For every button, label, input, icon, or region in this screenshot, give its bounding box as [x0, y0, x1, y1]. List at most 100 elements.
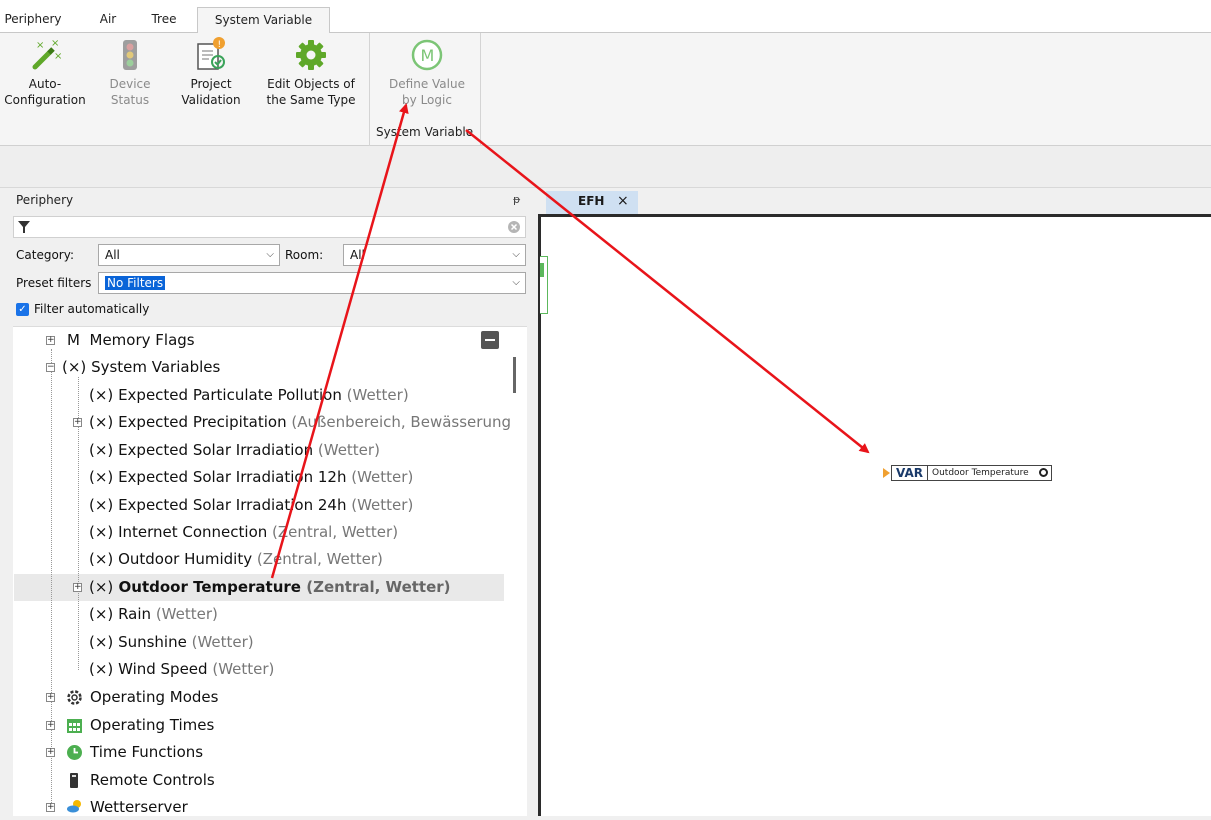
collapse-all-button[interactable] — [481, 331, 499, 349]
variable-icon: (×) — [89, 550, 114, 568]
edit-objects-same-type-button[interactable]: Edit Objects of the Same Type — [260, 37, 362, 108]
tree-item-outdoor-temperature[interactable]: (×) Outdoor Temperature (Zentral, Wetter… — [89, 574, 451, 600]
operating-modes-icon — [67, 690, 82, 705]
variable-block-name-text: Outdoor Temperature — [932, 468, 1029, 478]
expand-toggle[interactable]: + — [46, 693, 55, 702]
tree-item-label: Memory Flags — [89, 331, 195, 349]
pin-icon[interactable]: ᵽ — [513, 193, 520, 206]
svg-text:×: × — [36, 40, 44, 51]
expand-toggle[interactable]: + — [73, 418, 82, 427]
tree-item-memory-flags[interactable]: M Memory Flags — [67, 327, 195, 353]
device-status-button[interactable]: Device Status — [100, 37, 160, 108]
clear-circle-icon[interactable] — [507, 220, 521, 234]
room-select[interactable]: All ⌵ — [343, 244, 526, 266]
close-icon[interactable]: × — [617, 193, 629, 209]
expand-toggle[interactable]: + — [46, 721, 55, 730]
ribbon-group-separator-2 — [480, 33, 481, 146]
tree-item-expected-particulate-pollution[interactable]: (×) Expected Particulate Pollution (Wett… — [89, 382, 409, 408]
tree-item-label: System Variables — [91, 358, 221, 376]
input-marker-icon — [883, 468, 890, 478]
tree-item-expected-solar-irradiation[interactable]: (×) Expected Solar Irradiation (Wetter) — [89, 437, 380, 463]
tree-item-system-variables[interactable]: (×) System Variables — [62, 354, 220, 380]
gear-icon — [296, 40, 326, 70]
tree-item-wetterserver[interactable]: Wetterserver — [90, 794, 188, 820]
variable-icon: (×) — [89, 386, 114, 404]
room-label: Room: — [285, 248, 324, 262]
tree-item-remote-controls[interactable]: Remote Controls — [90, 767, 215, 793]
tree-item-outdoor-humidity[interactable]: (×) Outdoor Humidity (Zentral, Wetter) — [89, 546, 383, 572]
tree-item-label: Expected Precipitation — [118, 413, 287, 431]
filter-search-bar[interactable] — [13, 216, 526, 238]
tree-item-time-functions[interactable]: Time Functions — [90, 739, 203, 765]
variable-icon: (×) — [89, 496, 114, 514]
preset-filters-select[interactable]: No Filters ⌵ — [98, 272, 526, 294]
tree-item-context: (Wetter) — [351, 468, 414, 486]
remote-control-icon — [70, 773, 78, 788]
project-validation-button[interactable]: ! Project Validation — [172, 37, 250, 108]
logic-m-icon: M — [411, 39, 443, 71]
tree-item-context: (Außenbereich, Bewässerung — [291, 413, 511, 431]
weather-icon — [67, 800, 81, 813]
tree-item-wind-speed[interactable]: (×) Wind Speed (Wetter) — [89, 656, 274, 682]
expand-toggle[interactable]: + — [73, 583, 82, 592]
toolbar-band — [0, 146, 1211, 188]
document-tab-efh[interactable]: EFH × — [546, 191, 638, 214]
tree-item-label: Sunshine — [118, 633, 187, 651]
auto-configuration-button[interactable]: × × × Auto- Configuration — [0, 37, 90, 108]
filter-automatically-label: Filter automatically — [34, 302, 150, 316]
define-value-label2: by Logic — [402, 93, 452, 107]
define-value-by-logic-button[interactable]: M Define Value by Logic — [380, 37, 474, 108]
tree-item-context: (Wetter) — [351, 496, 414, 514]
edit-objects-label2: the Same Type — [266, 93, 356, 107]
tree-item-operating-times[interactable]: Operating Times — [90, 712, 214, 738]
tree-item-label: Internet Connection — [118, 523, 268, 541]
tab-air[interactable]: Air — [92, 9, 124, 33]
variable-icon: (×) — [89, 605, 114, 623]
tab-tree[interactable]: Tree — [146, 9, 182, 33]
project-validation-label1: Project — [190, 77, 232, 91]
tree-item-rain[interactable]: (×) Rain (Wetter) — [89, 601, 218, 627]
tree-item-context: (Wetter) — [212, 660, 275, 678]
tab-system-variable[interactable]: System Variable — [197, 7, 330, 34]
chevron-down-icon: ⌵ — [512, 249, 520, 260]
category-value: All — [105, 248, 120, 262]
chevron-down-icon: ⌵ — [266, 249, 274, 260]
tree-item-label: Expected Particulate Pollution — [118, 386, 342, 404]
tree-item-expected-solar-irradiation-12h[interactable]: (×) Expected Solar Irradiation 12h (Wett… — [89, 464, 413, 490]
define-value-label1: Define Value — [389, 77, 465, 91]
collapse-toggle[interactable]: − — [46, 363, 55, 372]
preset-filters-value: No Filters — [105, 276, 166, 290]
tab-periphery[interactable]: Periphery — [0, 9, 66, 33]
tree-scrollbar[interactable] — [513, 357, 516, 393]
chevron-down-icon: ⌵ — [512, 277, 520, 288]
logic-canvas[interactable] — [538, 214, 1211, 816]
variable-block[interactable]: VAR Outdoor Temperature — [883, 465, 1052, 481]
traffic-light-icon — [123, 40, 137, 70]
variable-icon: (×) — [89, 441, 114, 459]
category-label: Category: — [16, 248, 74, 262]
expand-toggle[interactable]: + — [46, 748, 55, 757]
gear-icon[interactable] — [1039, 468, 1048, 477]
tree-connector — [51, 349, 52, 807]
periphery-panel-title: Periphery — [16, 193, 74, 207]
tree-item-internet-connection[interactable]: (×) Internet Connection (Zentral, Wetter… — [89, 519, 398, 545]
tree-item-label: Outdoor Temperature — [118, 578, 301, 596]
variable-block-name: Outdoor Temperature — [928, 465, 1052, 481]
preset-filters-label: Preset filters — [16, 276, 92, 290]
svg-text:!: ! — [218, 40, 222, 50]
tree-item-label: Expected Solar Irradiation 24h — [118, 496, 347, 514]
tree-item-expected-solar-irradiation-24h[interactable]: (×) Expected Solar Irradiation 24h (Wett… — [89, 492, 413, 518]
tree-item-sunshine[interactable]: (×) Sunshine (Wetter) — [89, 629, 254, 655]
expand-toggle[interactable]: + — [46, 803, 55, 812]
tree-item-label: Expected Solar Irradiation 12h — [118, 468, 347, 486]
tree-item-operating-modes[interactable]: Operating Modes — [90, 684, 218, 710]
calendar-icon — [67, 719, 82, 733]
tree-item-expected-precipitation[interactable]: (×) Expected Precipitation (Außenbereich… — [89, 409, 511, 435]
canvas-side-marker — [540, 256, 548, 314]
category-select[interactable]: All ⌵ — [98, 244, 280, 266]
variable-icon: (×) — [62, 358, 87, 376]
variable-icon: (×) — [89, 413, 114, 431]
filter-automatically-checkbox[interactable]: ✓ — [16, 303, 29, 316]
ribbon-group-label: System Variable — [376, 125, 474, 139]
expand-toggle[interactable]: + — [46, 336, 55, 345]
